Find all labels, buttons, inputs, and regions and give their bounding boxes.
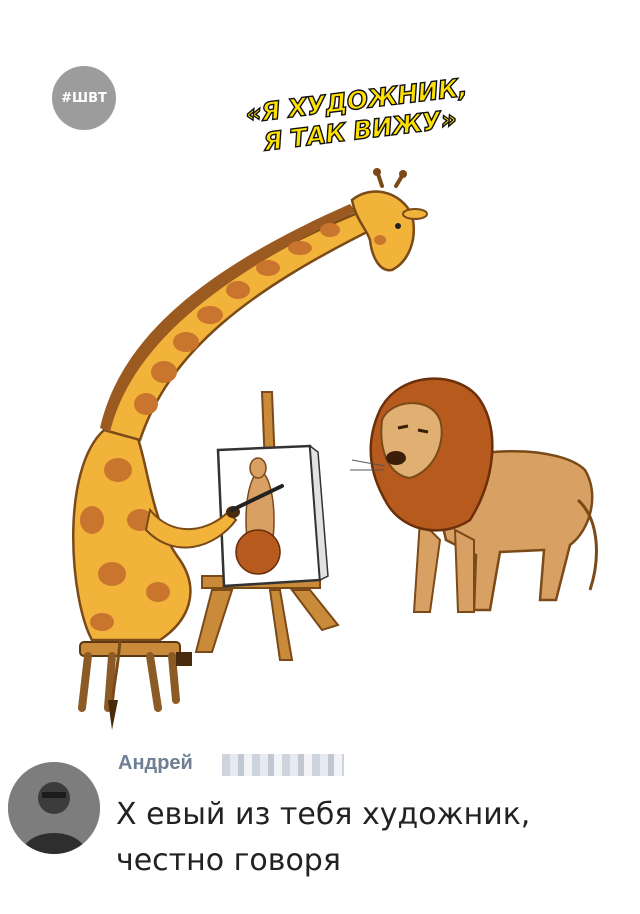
comment-author[interactable]: Андрей [118, 752, 193, 775]
avatar-image [8, 762, 100, 854]
comment-text: Х евый из тебя художник, честно говоря [116, 792, 626, 884]
lion [350, 377, 598, 613]
avatar[interactable] [8, 762, 100, 854]
comment-line-2: честно говоря [116, 843, 341, 878]
comment-line-1: Х евый из тебя художник, [116, 797, 531, 832]
stool [78, 641, 181, 712]
author-surname-blur [222, 754, 344, 776]
illustration [72, 168, 598, 730]
